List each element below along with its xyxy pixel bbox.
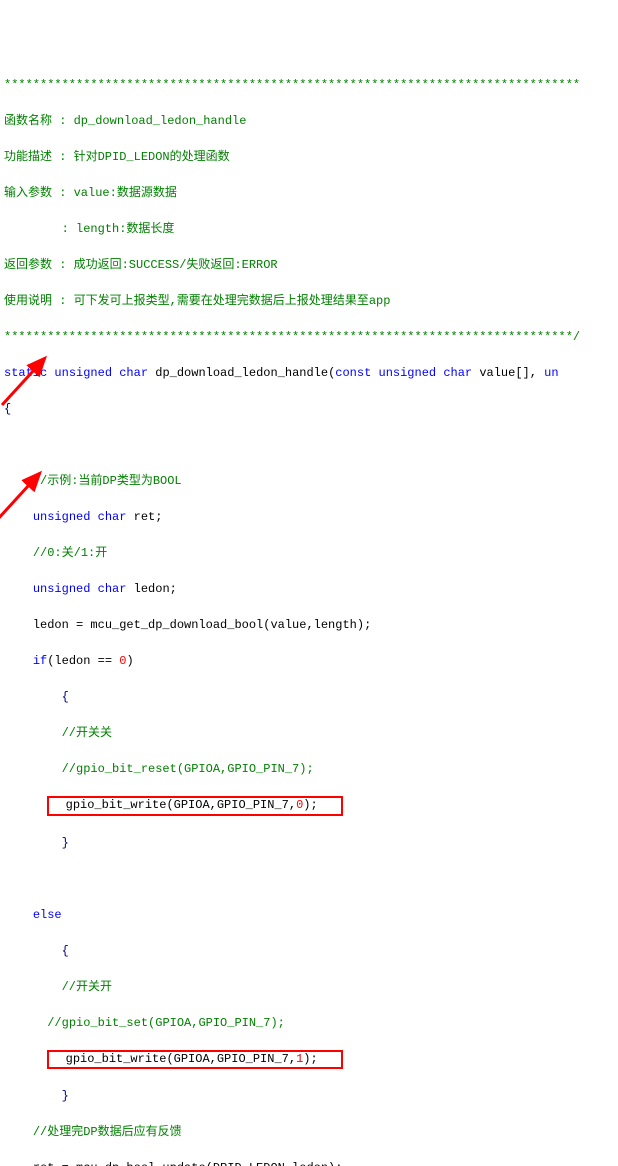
comment-in-param2: : length:数据长度 (4, 220, 614, 238)
fn-signature: static unsigned char dp_download_ledon_h… (4, 364, 614, 382)
comment-on: //开关开 (4, 978, 614, 996)
brace-open: { (4, 400, 614, 418)
brace: } (4, 1087, 614, 1105)
highlight-box-1: gpio_bit_write(GPIOA,GPIO_PIN_7,0); (47, 796, 343, 816)
gpio-write-0: gpio_bit_write(GPIOA,GPIO_PIN_7,0); (4, 796, 614, 816)
comment-separator-top: ****************************************… (4, 76, 614, 94)
comment-fn-name: 函数名称 : dp_download_ledon_handle (4, 112, 614, 130)
comment-off: //开关关 (4, 724, 614, 742)
assign-ledon: ledon = mcu_get_dp_download_bool(value,l… (4, 616, 614, 634)
gpio-write-1: gpio_bit_write(GPIOA,GPIO_PIN_7,1); (4, 1050, 614, 1070)
blank-line (4, 436, 614, 454)
comment-separator-bot: ****************************************… (4, 328, 614, 346)
if-ledon: if(ledon == 0) (4, 652, 614, 670)
comment-feedback: //处理完DP数据后应有反馈 (4, 1123, 614, 1141)
highlight-box-2: gpio_bit_write(GPIOA,GPIO_PIN_7,1); (47, 1050, 343, 1070)
ret-assign: ret = mcu_dp_bool_update(DPID_LEDON,ledo… (4, 1159, 614, 1166)
brace: } (4, 834, 614, 852)
comment-in-param1: 输入参数 : value:数据源数据 (4, 184, 614, 202)
comment-01: //0:关/1:开 (4, 544, 614, 562)
decl-ret: unsigned char ret; (4, 508, 614, 526)
comment-set: //gpio_bit_set(GPIOA,GPIO_PIN_7); (4, 1014, 614, 1032)
blank-line (4, 870, 614, 888)
comment-example: //示例:当前DP类型为BOOL (4, 472, 614, 490)
comment-reset: //gpio_bit_reset(GPIOA,GPIO_PIN_7); (4, 760, 614, 778)
else: else (4, 906, 614, 924)
brace: { (4, 688, 614, 706)
comment-use-note: 使用说明 : 可下发可上报类型,需要在处理完数据后上报处理结果至app (4, 292, 614, 310)
comment-fn-desc: 功能描述 : 针对DPID_LEDON的处理函数 (4, 148, 614, 166)
brace: { (4, 942, 614, 960)
comment-ret-param: 返回参数 : 成功返回:SUCCESS/失败返回:ERROR (4, 256, 614, 274)
